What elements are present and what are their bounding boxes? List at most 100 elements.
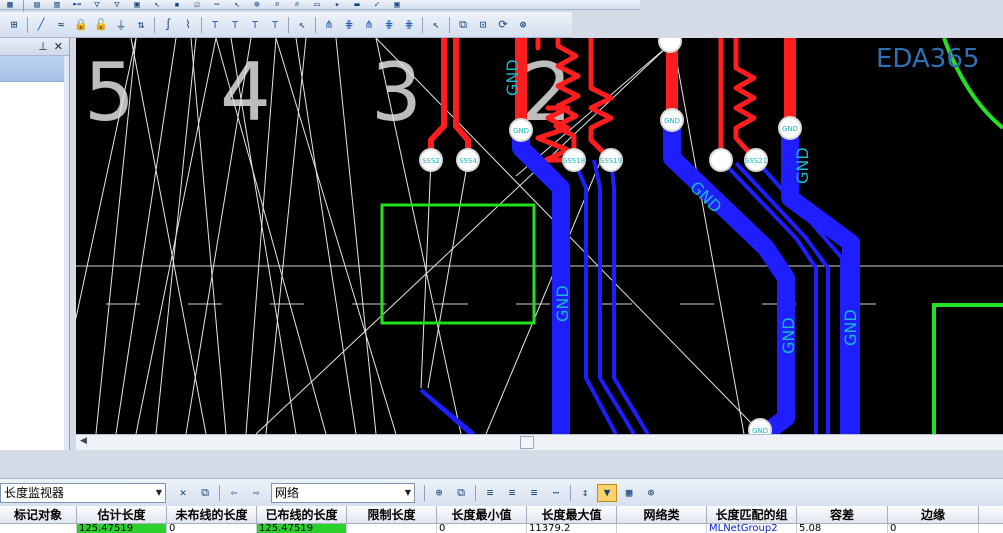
table-row[interactable]: 125.47519 0 125.47519 0 11379.2 MLNetGro…	[0, 524, 1003, 533]
close-icon[interactable]: ✕	[54, 40, 63, 53]
panel-header: ⊥ ✕	[0, 38, 69, 56]
bus-icon[interactable]: ⋕	[340, 16, 358, 34]
place-icon[interactable]: ⊡	[474, 16, 492, 34]
zoom-area-icon[interactable]: ⌕	[288, 0, 306, 10]
grid-icon[interactable]: ▦	[1, 0, 19, 10]
col-marked-object[interactable]: 标记对象	[0, 506, 77, 523]
layer-icon[interactable]: ⧉	[454, 16, 472, 34]
right-arrow-icon[interactable]: ⇨	[246, 484, 266, 502]
monitor-title-text: 长度监视器	[4, 486, 65, 500]
align-top-icon[interactable]: ⊤	[266, 16, 284, 34]
cell-min-length: 0	[437, 524, 527, 533]
component-icon[interactable]: ▪	[168, 0, 186, 10]
col-margin[interactable]: 边缘	[888, 506, 979, 523]
cell-marked-object	[0, 524, 77, 533]
route-icon[interactable]: ⋯	[208, 0, 226, 10]
curve-icon[interactable]: ∫	[159, 16, 177, 34]
col-limit-length[interactable]: 限制长度	[347, 506, 437, 523]
sort-icon[interactable]: ↕	[575, 484, 595, 502]
close-icon[interactable]: ✕	[173, 484, 193, 502]
chip-icon[interactable]: ▣	[388, 0, 406, 10]
cell-margin: 0	[888, 524, 979, 533]
filter-icon[interactable]: ▽	[88, 0, 106, 10]
pcb-canvas[interactable]: 5 4 3 2 SSS2 SSS4 GND SSS18 SSS19 GND SS…	[76, 38, 1003, 434]
left-arrow-icon[interactable]: ⇦	[224, 484, 244, 502]
board-edge-green	[932, 303, 1003, 434]
col-tolerance[interactable]: 容差	[797, 506, 888, 523]
lock-icon[interactable]: 🔒	[72, 16, 90, 34]
filter2-icon[interactable]: ▽	[108, 0, 126, 10]
find-icon[interactable]: ⊚	[641, 484, 661, 502]
pcb-editor-window: ▦ ▤ ▥ ⊷ ▽ ▽ ▣ ↖ ▪ ☑ ⋯ ↖ ⊕ ⌕ ⌕ ▭ ✦ ▬ ✓ ▣ …	[0, 0, 1003, 533]
scroll-left-icon[interactable]: ◀	[80, 436, 87, 446]
fanout-icon[interactable]: ⋔	[320, 16, 338, 34]
align-left-icon[interactable]: ≡	[480, 484, 500, 502]
trace-icon[interactable]: ⌇	[179, 16, 197, 34]
panel-selected-item[interactable]	[0, 56, 69, 82]
filter-combo-text: 网络	[275, 486, 300, 500]
pin-icon[interactable]: ⊥	[38, 40, 48, 53]
zoom-icon[interactable]: ⌕	[268, 0, 286, 10]
pointer-icon[interactable]: ↖	[427, 16, 445, 34]
cell-estimated-length: 125.47519	[77, 524, 167, 533]
doc-icon[interactable]: ▤	[28, 0, 46, 10]
monitor-title-combo[interactable]: 长度监视器 ▼	[0, 482, 166, 503]
logo-text: EDA365	[876, 44, 980, 74]
camera-icon[interactable]: ▭	[308, 0, 326, 10]
col-unrouted-length[interactable]: 未布线的长度	[167, 506, 257, 523]
check2-icon[interactable]: ✓	[368, 0, 386, 10]
route-icon[interactable]: ╱	[32, 16, 50, 34]
table-icon[interactable]: ▣	[128, 0, 146, 10]
bottom-layer-traces	[419, 123, 860, 434]
scroll-thumb[interactable]	[520, 436, 534, 449]
align-center-icon[interactable]: ≡	[502, 484, 522, 502]
net-icon[interactable]: ≈	[52, 16, 70, 34]
panel-divider	[0, 450, 1003, 478]
filter-icon[interactable]: ▼	[597, 483, 617, 502]
cursor-icon[interactable]: ↖	[228, 0, 246, 10]
cell-net-class	[617, 524, 707, 533]
filter-combo[interactable]: 网络 ▼	[271, 482, 415, 503]
add-net-icon[interactable]: ⊕	[429, 484, 449, 502]
canvas-hscrollbar[interactable]: ◀	[76, 434, 1003, 450]
align-left-icon[interactable]: ⊤	[206, 16, 224, 34]
tune-icon[interactable]: ⋕	[380, 16, 398, 34]
diff-pair-icon[interactable]: ⋔	[360, 16, 378, 34]
unlock-icon[interactable]: 🔓	[92, 16, 110, 34]
via-label-sss2: SSS2	[422, 157, 440, 165]
col-max-length[interactable]: 长度最大值	[527, 506, 617, 523]
align-right-icon[interactable]: ≡	[524, 484, 544, 502]
toolbar-main: ⊞ ╱ ≈ 🔒 🔓 ⏚ ⇅ ∫ ⌇ ⊤ ⊤ ⊤ ⊤ ↖ ⋔ ⋕ ⋔ ⋕ ⋕ ↖ …	[0, 12, 572, 38]
properties-icon[interactable]: ⧉	[195, 484, 215, 502]
link-icon[interactable]: ⊷	[68, 0, 86, 10]
copy-icon[interactable]: ⧉	[451, 484, 471, 502]
select-icon[interactable]: ↖	[293, 16, 311, 34]
panel-scrollbar[interactable]	[64, 56, 69, 450]
table-icon[interactable]: ▦	[619, 484, 639, 502]
toolbar-top-cut: ▦ ▤ ▥ ⊷ ▽ ▽ ▣ ↖ ▪ ☑ ⋯ ↖ ⊕ ⌕ ⌕ ▭ ✦ ▬ ✓ ▣	[0, 0, 640, 13]
align-center-icon[interactable]: ⊤	[226, 16, 244, 34]
chart-icon[interactable]: ▥	[48, 0, 66, 10]
project-panel: ⊥ ✕	[0, 38, 70, 450]
highlight-icon[interactable]: ⊛	[514, 16, 532, 34]
ruler-icon[interactable]: ⊞	[5, 16, 23, 34]
check-icon[interactable]: ☑	[188, 0, 206, 10]
col-routed-length[interactable]: 已布线的长度	[257, 506, 347, 523]
table-header: 标记对象 估计长度 未布线的长度 已布线的长度 限制长度 长度最小值 长度最大值…	[0, 506, 1003, 524]
move-icon[interactable]: ⊕	[248, 0, 266, 10]
col-estimated-length[interactable]: 估计长度	[77, 506, 167, 523]
cell-limit-length	[347, 524, 437, 533]
ground-icon[interactable]: ⏚	[112, 16, 130, 34]
flip-icon[interactable]: ⇅	[132, 16, 150, 34]
snap-icon[interactable]: ✦	[328, 0, 346, 10]
spread-icon[interactable]: ⋕	[400, 16, 418, 34]
col-net-class[interactable]: 网络类	[617, 506, 707, 523]
refresh-icon[interactable]: ⟳	[494, 16, 512, 34]
ruler-icon[interactable]: ▬	[348, 0, 366, 10]
col-match-group[interactable]: 长度匹配的组	[707, 506, 797, 523]
col-min-length[interactable]: 长度最小值	[437, 506, 527, 523]
gnd-label-mid: GND	[553, 285, 572, 322]
align-right-icon[interactable]: ⊤	[246, 16, 264, 34]
select-icon[interactable]: ↖	[148, 0, 166, 10]
columns-icon[interactable]: ⋯	[546, 484, 566, 502]
